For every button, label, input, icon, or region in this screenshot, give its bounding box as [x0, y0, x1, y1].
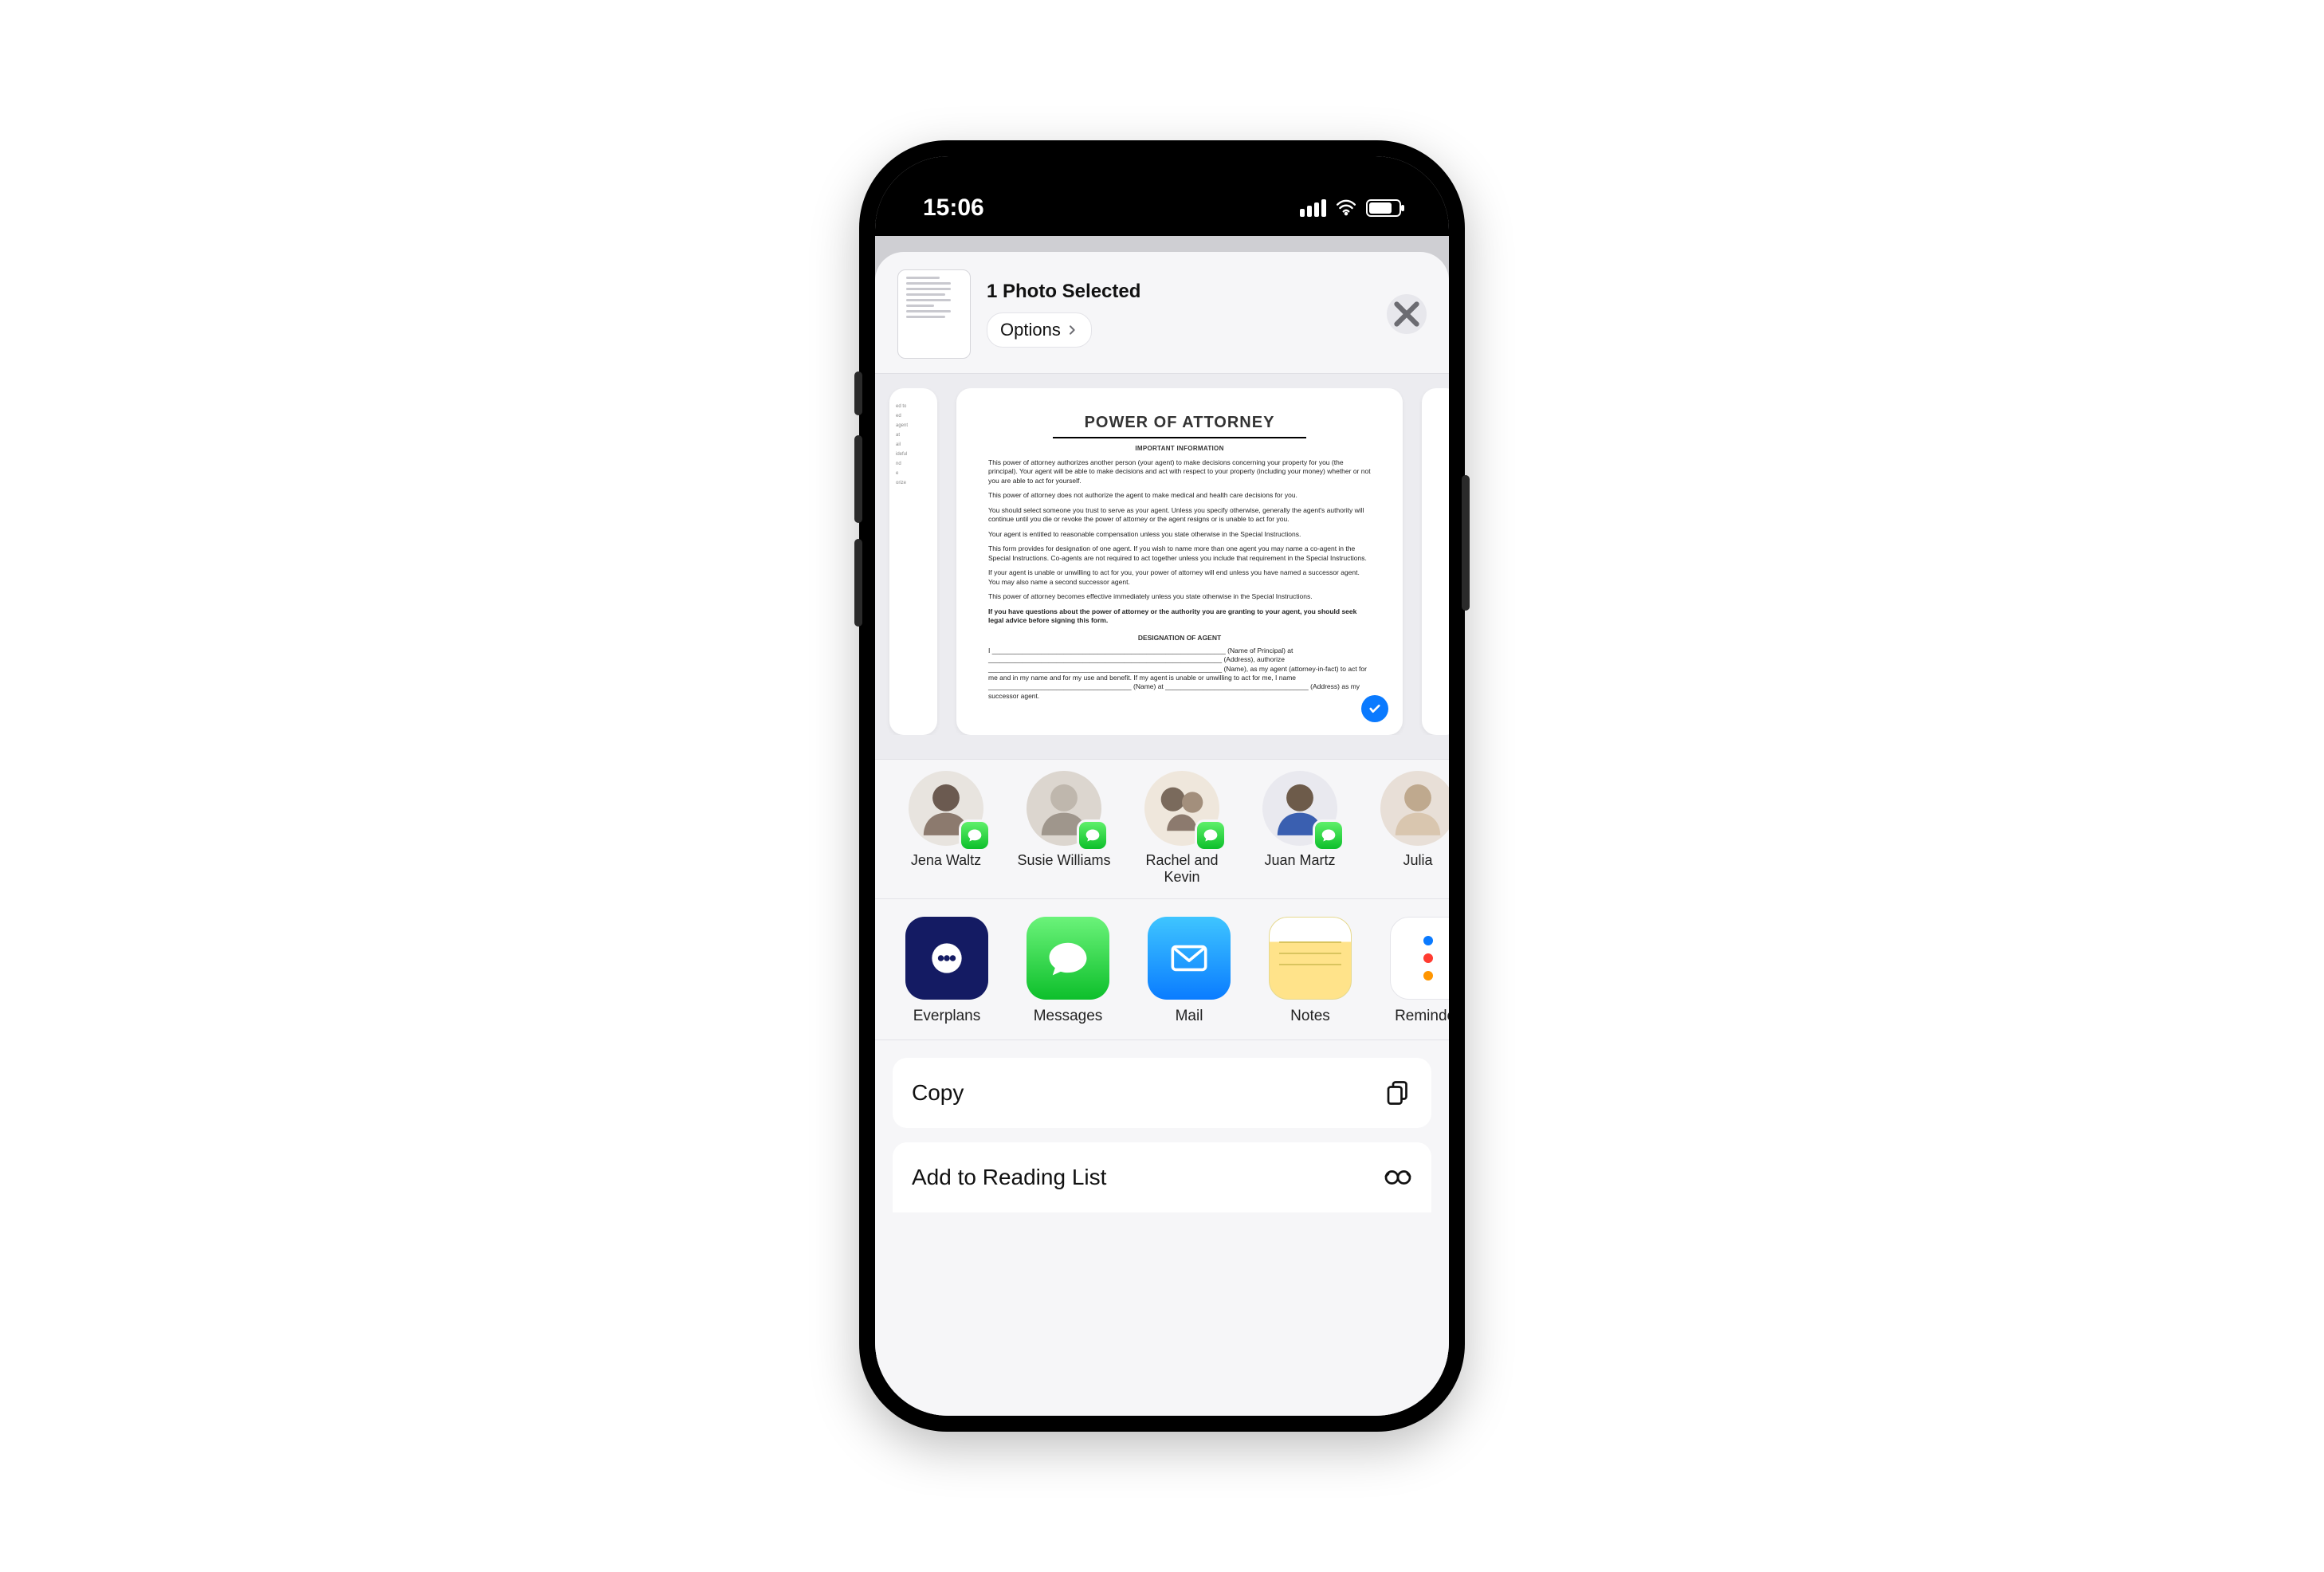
app-reminders[interactable]: Reminders	[1384, 917, 1449, 1025]
contact-julia[interactable]: Julia	[1371, 771, 1449, 885]
app-label: Messages	[1034, 1008, 1103, 1025]
volume-up-button	[854, 435, 862, 523]
reminders-icon	[1390, 917, 1449, 1000]
app-messages[interactable]: Messages	[1020, 917, 1116, 1025]
contact-rachel-and-kevin[interactable]: Rachel and Kevin	[1135, 771, 1229, 885]
messages-icon	[1027, 917, 1109, 1000]
status-time: 15:06	[923, 195, 984, 222]
app-mail[interactable]: Mail	[1141, 917, 1237, 1025]
check-icon	[1368, 702, 1382, 716]
doc-para: This power of attorney becomes effective…	[988, 592, 1371, 601]
preview-strip: ed toedagentatailidefulnd e orize POWER …	[875, 373, 1449, 760]
selected-checkmark[interactable]	[1361, 695, 1388, 722]
mail-icon	[1148, 917, 1231, 1000]
doc-title: POWER OF ATTORNEY	[1053, 411, 1307, 438]
avatar	[1380, 771, 1449, 846]
app-label: Mail	[1176, 1008, 1203, 1025]
close-icon	[1387, 294, 1427, 334]
action-copy-label: Copy	[912, 1080, 964, 1106]
document-preview-next[interactable]	[1422, 388, 1449, 735]
doc-designation-heading: DESIGNATION OF AGENT	[988, 634, 1371, 642]
phone-frame: 15:06 1 Photo Selected	[859, 140, 1465, 1432]
doc-subtitle: IMPORTANT INFORMATION	[988, 445, 1371, 452]
app-label: Reminders	[1395, 1008, 1449, 1025]
doc-para-bold: If you have questions about the power of…	[988, 607, 1371, 626]
preview-scroll[interactable]: ed toedagentatailidefulnd e orize POWER …	[875, 388, 1449, 735]
apps-row[interactable]: Everplans Messages Mail	[875, 899, 1449, 1040]
copy-icon	[1384, 1079, 1412, 1107]
doc-para: This power of attorney authorizes anothe…	[988, 458, 1371, 485]
doc-para: This form provides for designation of on…	[988, 544, 1371, 563]
volume-down-button	[854, 539, 862, 627]
action-reading-list-label: Add to Reading List	[912, 1165, 1106, 1190]
app-label: Everplans	[913, 1008, 981, 1025]
wifi-icon	[1336, 198, 1356, 218]
action-list: Copy Add to Reading List	[875, 1040, 1449, 1212]
screen: 15:06 1 Photo Selected	[875, 156, 1449, 1416]
contact-name: Julia	[1403, 852, 1432, 869]
chevron-right-icon	[1066, 324, 1078, 336]
messages-badge-icon	[961, 822, 988, 849]
contact-name: Juan Martz	[1264, 852, 1335, 869]
options-button[interactable]: Options	[987, 312, 1092, 348]
options-label: Options	[1000, 320, 1061, 340]
doc-para: Your agent is entitled to reasonable com…	[988, 530, 1371, 539]
doc-para: This power of attorney does not authoriz…	[988, 491, 1371, 500]
document-preview-main[interactable]: POWER OF ATTORNEY IMPORTANT INFORMATION …	[956, 388, 1403, 735]
power-button	[1462, 475, 1470, 611]
action-copy[interactable]: Copy	[893, 1058, 1431, 1128]
contact-name: Susie Williams	[1017, 852, 1110, 869]
contact-juan-martz[interactable]: Juan Martz	[1253, 771, 1347, 885]
doc-para: You should select someone you trust to s…	[988, 506, 1371, 525]
action-add-reading-list[interactable]: Add to Reading List	[893, 1142, 1431, 1212]
selected-count-label: 1 Photo Selected	[987, 281, 1371, 303]
app-label: Notes	[1290, 1008, 1330, 1025]
sheet-header: 1 Photo Selected Options	[875, 252, 1449, 373]
contact-name: Rachel and Kevin	[1135, 852, 1229, 885]
app-notes[interactable]: Notes	[1262, 917, 1358, 1025]
share-sheet: 1 Photo Selected Options	[875, 252, 1449, 1416]
silent-switch	[854, 371, 862, 415]
doc-para: If your agent is unable or unwilling to …	[988, 568, 1371, 587]
document-preview-prev[interactable]: ed toedagentatailidefulnd e orize	[889, 388, 937, 735]
close-button[interactable]	[1387, 294, 1427, 334]
selection-thumbnail[interactable]	[897, 269, 971, 359]
notes-icon	[1269, 917, 1352, 1000]
reading-list-icon	[1384, 1163, 1412, 1192]
everplans-icon	[905, 917, 988, 1000]
battery-icon	[1366, 199, 1401, 217]
cellular-icon	[1300, 199, 1326, 217]
contact-jena-waltz[interactable]: Jena Waltz	[899, 771, 993, 885]
contact-name: Jena Waltz	[911, 852, 981, 869]
messages-badge-icon	[1197, 822, 1224, 849]
contacts-row[interactable]: Jena Waltz Susie Williams	[875, 760, 1449, 898]
messages-badge-icon	[1315, 822, 1342, 849]
messages-badge-icon	[1079, 822, 1106, 849]
contact-susie-williams[interactable]: Susie Williams	[1017, 771, 1111, 885]
dynamic-island	[1066, 177, 1258, 223]
doc-designation-body: I ______________________________________…	[988, 646, 1371, 702]
app-everplans[interactable]: Everplans	[899, 917, 995, 1025]
